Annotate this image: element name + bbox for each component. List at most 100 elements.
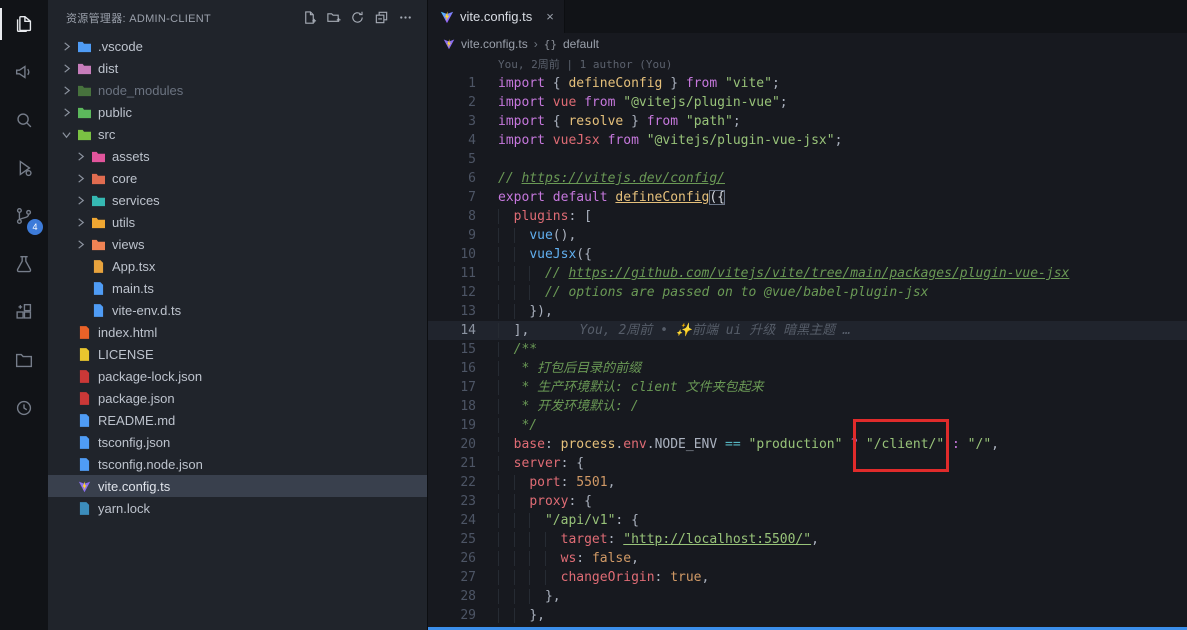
code-line-26[interactable]: 26 ws: false, xyxy=(428,549,1187,568)
code-line-17[interactable]: 17 * 生产环境默认: client 文件夹包起来 xyxy=(428,378,1187,397)
chevron-right-icon[interactable] xyxy=(58,41,74,52)
tree-item-tsconfig.json[interactable]: tsconfig.json xyxy=(48,431,427,453)
codelens-blame[interactable]: You, 2周前 | 1 author (You) xyxy=(428,55,1187,74)
tree-item-label: package-lock.json xyxy=(98,369,202,384)
tree-item-assets[interactable]: assets xyxy=(48,145,427,167)
tree-item-README.md[interactable]: README.md xyxy=(48,409,427,431)
file-icon xyxy=(74,370,94,383)
code-line-12[interactable]: 12 // options are passed on to @vue/babe… xyxy=(428,283,1187,302)
new-file-icon[interactable] xyxy=(302,10,317,25)
tree-item-utils[interactable]: utils xyxy=(48,211,427,233)
code-line-25[interactable]: 25 target: "http://localhost:5500/", xyxy=(428,530,1187,549)
chevron-right-icon[interactable] xyxy=(58,63,74,74)
chevron-right-icon[interactable] xyxy=(72,173,88,184)
line-number: 25 xyxy=(428,530,498,549)
breadcrumb-separator: › xyxy=(534,37,538,51)
code-line-23[interactable]: 23 proxy: { xyxy=(428,492,1187,511)
search-icon[interactable] xyxy=(0,96,48,144)
tree-item-yarn.lock[interactable]: yarn.lock xyxy=(48,497,427,519)
code-line-22[interactable]: 22 port: 5501, xyxy=(428,473,1187,492)
code-text: * 生产环境默认: client 文件夹包起来 xyxy=(498,378,1187,397)
tree-item-node_modules[interactable]: node_modules xyxy=(48,79,427,101)
testing-beaker-icon[interactable] xyxy=(0,240,48,288)
line-number: 26 xyxy=(428,549,498,568)
code-line-5[interactable]: 5 xyxy=(428,150,1187,169)
tree-item-vite-env.d.ts[interactable]: vite-env.d.ts xyxy=(48,299,427,321)
tree-item-services[interactable]: services xyxy=(48,189,427,211)
breadcrumb-file[interactable]: vite.config.ts xyxy=(461,37,528,51)
code-line-14[interactable]: 14 ],You, 2周前 • ✨前端 ui 升级 暗黑主题 … xyxy=(428,321,1187,340)
tree-item-index.html[interactable]: index.html xyxy=(48,321,427,343)
code-line-18[interactable]: 18 * 开发环境默认: / xyxy=(428,397,1187,416)
code-line-4[interactable]: 4import vueJsx from "@vitejs/plugin-vue-… xyxy=(428,131,1187,150)
tree-item-.vscode[interactable]: .vscode xyxy=(48,35,427,57)
chevron-right-icon[interactable] xyxy=(72,217,88,228)
tree-item-tsconfig.node.json[interactable]: tsconfig.node.json xyxy=(48,453,427,475)
code-line-13[interactable]: 13 }), xyxy=(428,302,1187,321)
tree-item-dist[interactable]: dist xyxy=(48,57,427,79)
tree-item-package-lock.json[interactable]: package-lock.json xyxy=(48,365,427,387)
tree-item-LICENSE[interactable]: LICENSE xyxy=(48,343,427,365)
code-text: vue(), xyxy=(498,226,1187,245)
code-line-8[interactable]: 8 plugins: [ xyxy=(428,207,1187,226)
code-line-29[interactable]: 29 }, xyxy=(428,606,1187,625)
tab-vite-config-ts[interactable]: vite.config.ts × xyxy=(428,0,565,33)
announcement-icon[interactable] xyxy=(0,48,48,96)
tree-item-public[interactable]: public xyxy=(48,101,427,123)
line-number: 9 xyxy=(428,226,498,245)
source-control-icon[interactable]: 4 xyxy=(0,192,48,240)
run-and-debug-icon[interactable] xyxy=(0,144,48,192)
inline-blame: You, 2周前 • ✨前端 ui 升级 暗黑主题 … xyxy=(579,323,850,338)
tree-item-package.json[interactable]: package.json xyxy=(48,387,427,409)
code-text: proxy: { xyxy=(498,492,1187,511)
code-text xyxy=(498,150,1187,169)
file-folder-icon[interactable] xyxy=(0,336,48,384)
chevron-right-icon[interactable] xyxy=(72,195,88,206)
code-line-9[interactable]: 9 vue(), xyxy=(428,226,1187,245)
new-folder-icon[interactable] xyxy=(326,10,341,25)
code-line-19[interactable]: 19 */ xyxy=(428,416,1187,435)
line-number: 15 xyxy=(428,340,498,359)
code-line-16[interactable]: 16 * 打包后目录的前缀 xyxy=(428,359,1187,378)
code-line-15[interactable]: 15 /** xyxy=(428,340,1187,359)
more-actions-icon[interactable] xyxy=(398,10,413,25)
explorer-icon[interactable] xyxy=(0,0,48,48)
breadcrumb-symbol-default[interactable]: default xyxy=(563,37,599,51)
file-icon xyxy=(74,326,94,339)
code-line-1[interactable]: 1import { defineConfig } from "vite"; xyxy=(428,74,1187,93)
tree-item-core[interactable]: core xyxy=(48,167,427,189)
tree-item-vite.config.ts[interactable]: vite.config.ts xyxy=(48,475,427,497)
code-line-21[interactable]: 21 server: { xyxy=(428,454,1187,473)
code-line-11[interactable]: 11 // https://github.com/vitejs/vite/tre… xyxy=(428,264,1187,283)
code-line-27[interactable]: 27 changeOrigin: true, xyxy=(428,568,1187,587)
tree-item-src[interactable]: src xyxy=(48,123,427,145)
tree-item-main.ts[interactable]: main.ts xyxy=(48,277,427,299)
history-icon[interactable] xyxy=(0,384,48,432)
code-editor[interactable]: You, 2周前 | 1 author (You)1import { defin… xyxy=(428,55,1187,630)
code-line-28[interactable]: 28 }, xyxy=(428,587,1187,606)
tree-item-views[interactable]: views xyxy=(48,233,427,255)
code-line-10[interactable]: 10 vueJsx({ xyxy=(428,245,1187,264)
line-number: 23 xyxy=(428,492,498,511)
tab-close-icon[interactable]: × xyxy=(546,9,554,24)
code-line-6[interactable]: 6// https://vitejs.dev/config/ xyxy=(428,169,1187,188)
code-line-7[interactable]: 7export default defineConfig({ xyxy=(428,188,1187,207)
chevron-right-icon[interactable] xyxy=(58,107,74,118)
folder-icon xyxy=(88,238,108,251)
tree-item-label: core xyxy=(112,171,137,186)
chevron-right-icon[interactable] xyxy=(72,151,88,162)
chevron-right-icon[interactable] xyxy=(58,85,74,96)
folder-icon xyxy=(88,172,108,185)
chevron-down-icon[interactable] xyxy=(58,129,74,140)
chevron-right-icon[interactable] xyxy=(72,239,88,250)
code-line-24[interactable]: 24 "/api/v1": { xyxy=(428,511,1187,530)
tree-item-label: dist xyxy=(98,61,118,76)
code-line-20[interactable]: 20 base: process.env.NODE_ENV == "produc… xyxy=(428,435,1187,454)
code-line-3[interactable]: 3import { resolve } from "path"; xyxy=(428,112,1187,131)
tree-item-App.tsx[interactable]: App.tsx xyxy=(48,255,427,277)
collapse-all-icon[interactable] xyxy=(374,10,389,25)
extensions-icon[interactable] xyxy=(0,288,48,336)
refresh-icon[interactable] xyxy=(350,10,365,25)
line-number: 11 xyxy=(428,264,498,283)
code-line-2[interactable]: 2import vue from "@vitejs/plugin-vue"; xyxy=(428,93,1187,112)
